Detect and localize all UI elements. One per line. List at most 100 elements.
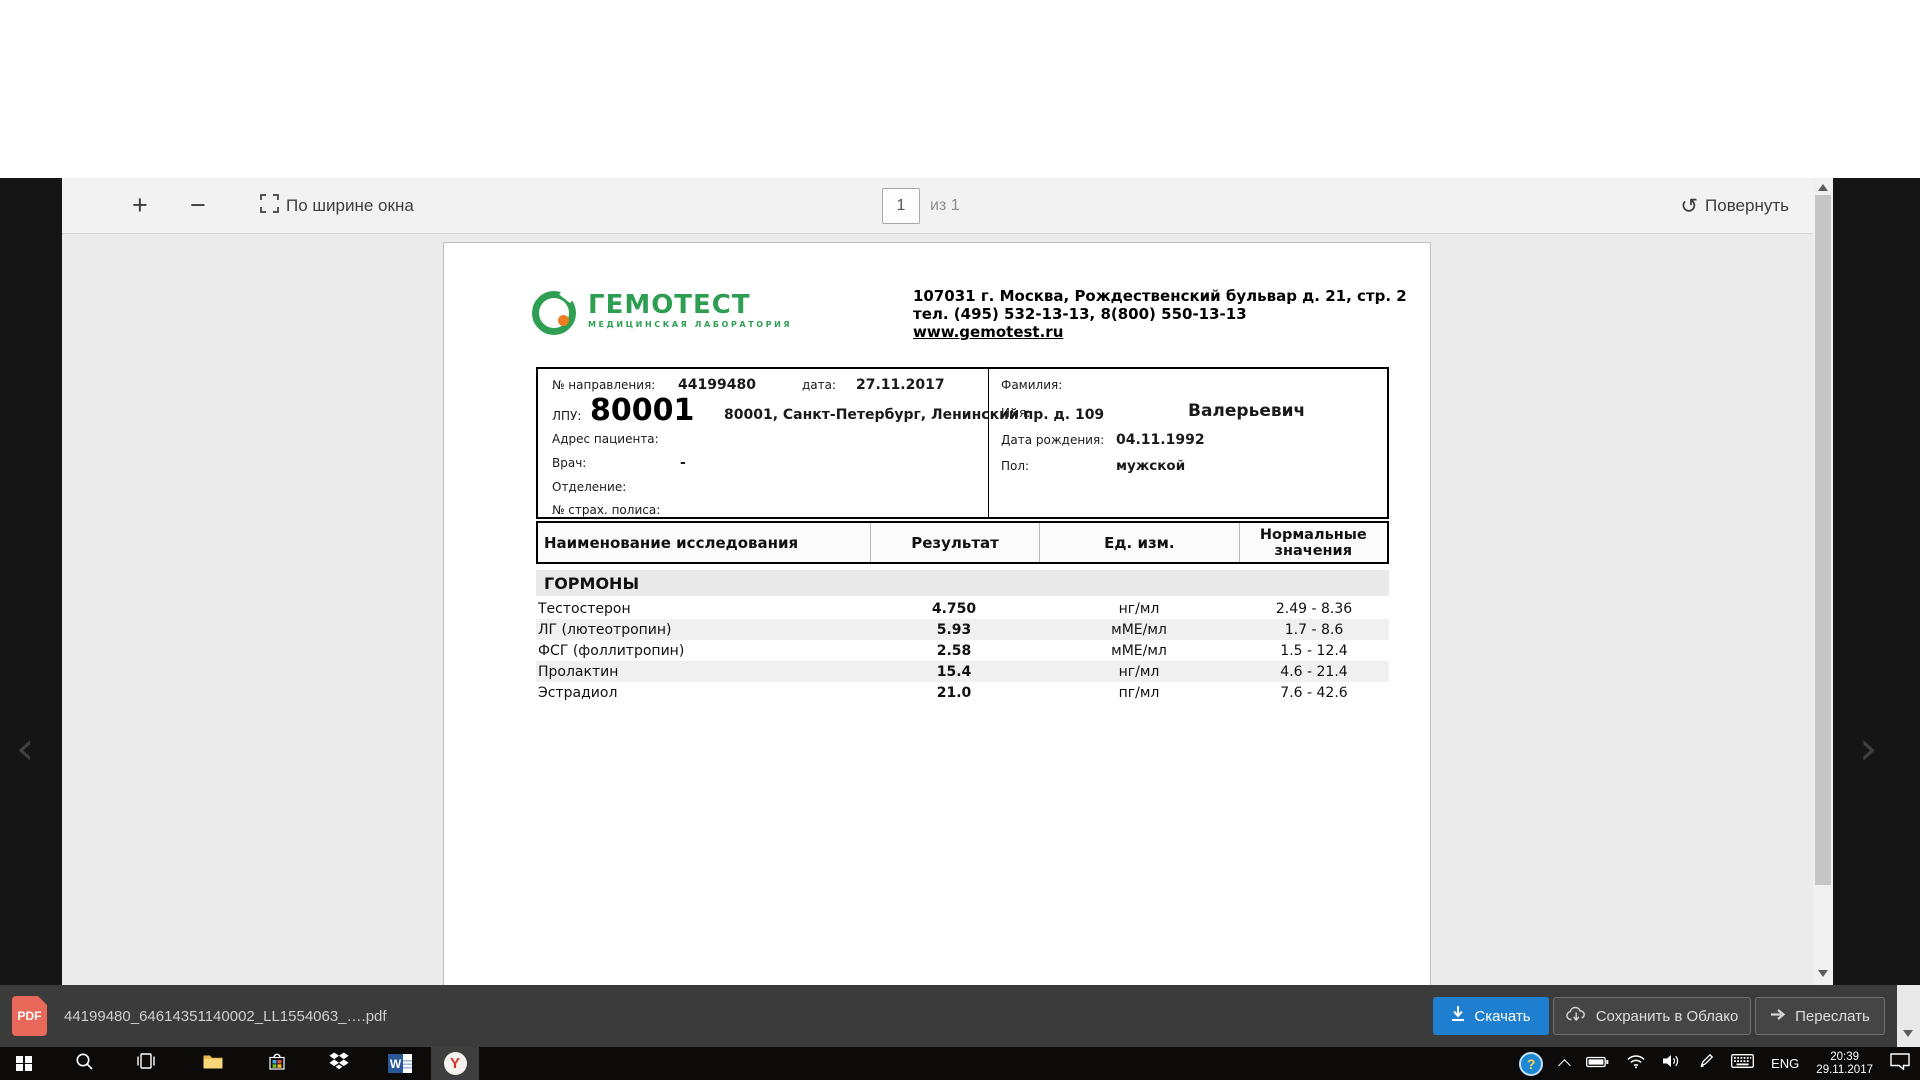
- test-units: пг/мл: [1039, 685, 1239, 701]
- test-result: 21.0: [869, 685, 1039, 701]
- fit-width-label: По ширине окна: [286, 196, 414, 216]
- test-name: ЛГ (лютеотропин): [536, 622, 869, 638]
- store-bag-icon: [269, 1052, 285, 1075]
- store-button[interactable]: [253, 1047, 301, 1080]
- birth-label: Дата рождения:: [1001, 433, 1104, 447]
- page-count-label: из 1: [930, 197, 960, 215]
- test-result: 15.4: [869, 664, 1039, 680]
- zoom-out-button[interactable]: −: [190, 178, 206, 233]
- bottom-action-bar: PDF 44199480_64614351140002_LL1554063_….…: [0, 985, 1897, 1047]
- rotate-button[interactable]: ↺ Повернуть: [1680, 178, 1789, 233]
- section-hormones: ГОРМОНЫ: [536, 570, 1389, 596]
- department-label: Отделение:: [552, 480, 626, 494]
- yandex-browser-button[interactable]: Y: [431, 1047, 479, 1080]
- clinic-website: www.gemotest.ru: [913, 323, 1413, 341]
- download-icon: [1451, 1006, 1465, 1026]
- gemotest-logo-subtitle: МЕДИЦИНСКАЯ ЛАБОРАТОРИЯ: [588, 320, 792, 329]
- forward-label: Переслать: [1795, 1008, 1870, 1025]
- test-name: Тестостерон: [536, 601, 869, 617]
- cloud-icon: [1566, 1006, 1587, 1026]
- surname-label: Фамилия:: [1001, 378, 1062, 392]
- task-view-button[interactable]: [122, 1047, 170, 1080]
- folder-icon: [203, 1053, 223, 1074]
- test-normal-range: 4.6 - 21.4: [1239, 664, 1389, 680]
- windows-logo-icon: [16, 1056, 32, 1072]
- fit-width-icon: [260, 194, 279, 218]
- sex-value: мужской: [1116, 458, 1185, 474]
- scroll-down-arrow[interactable]: [1818, 970, 1828, 977]
- search-button[interactable]: [60, 1047, 108, 1080]
- doctor-label: Врач:: [552, 456, 586, 470]
- taskbar-clock[interactable]: 20:39 29.11.2017: [1816, 1051, 1873, 1077]
- word-document-part: [403, 1054, 412, 1073]
- wifi-indicator[interactable]: [1626, 1054, 1646, 1074]
- battery-indicator[interactable]: [1586, 1055, 1609, 1073]
- file-explorer-button[interactable]: [189, 1047, 237, 1080]
- info-box-divider: [988, 369, 989, 517]
- test-name: Пролактин: [536, 664, 869, 680]
- clinic-address-block: 107031 г. Москва, Рождественский бульвар…: [913, 287, 1413, 341]
- word-icon: W: [388, 1054, 412, 1073]
- header-units: Ед. изм.: [1039, 523, 1238, 562]
- test-units: нг/мл: [1039, 601, 1239, 617]
- page-number-input[interactable]: [882, 188, 920, 224]
- dropbox-icon: [329, 1052, 349, 1076]
- scroll-up-arrow[interactable]: [1818, 184, 1828, 191]
- language-indicator[interactable]: ENG: [1771, 1056, 1799, 1071]
- pdf-page: ГЕМОТЕСТ МЕДИЦИНСКАЯ ЛАБОРАТОРИЯ 107031 …: [443, 242, 1431, 985]
- name-value: Валерьевич: [1188, 401, 1305, 421]
- birth-value: 04.11.1992: [1116, 432, 1205, 448]
- save-to-cloud-button[interactable]: Сохранить в Облако: [1553, 997, 1751, 1035]
- referral-number: 44199480: [678, 377, 756, 393]
- zoom-in-button[interactable]: +: [132, 178, 148, 233]
- test-result: 5.93: [869, 622, 1039, 638]
- clinic-phone-line: тел. (495) 532-13-13, 8(800) 550-13-13: [913, 305, 1413, 323]
- start-button[interactable]: [0, 1047, 48, 1080]
- pen-icon: [1698, 1053, 1714, 1074]
- test-units: мМЕ/мл: [1039, 622, 1239, 638]
- date-value: 27.11.2017: [856, 377, 945, 393]
- download-button[interactable]: Скачать: [1433, 997, 1549, 1035]
- previous-page-arrow[interactable]: ‹: [16, 718, 34, 778]
- volume-indicator[interactable]: [1663, 1054, 1681, 1073]
- pdf-scrollbar: [1813, 178, 1833, 985]
- test-result: 2.58: [869, 643, 1039, 659]
- yandex-browser-icon: Y: [444, 1052, 467, 1075]
- referral-label: № направления:: [552, 378, 655, 392]
- doctor-value: -: [680, 455, 686, 471]
- help-tray-icon[interactable]: ?: [1519, 1052, 1543, 1076]
- lpu-address: 80001, Санкт-Петербург, Ленинский пр. д.…: [724, 407, 1104, 423]
- date-label: дата:: [802, 378, 836, 392]
- fit-width-button[interactable]: По ширине окна: [260, 178, 414, 233]
- forward-arrow-icon: [1770, 1008, 1786, 1025]
- test-name: Эстрадиол: [536, 685, 869, 701]
- next-page-arrow[interactable]: ›: [1859, 718, 1877, 778]
- test-units: нг/мл: [1039, 664, 1239, 680]
- header-normal-range: Нормальные значения: [1239, 523, 1387, 562]
- forward-button[interactable]: Переслать: [1755, 997, 1885, 1035]
- gemotest-logo-icon: [532, 291, 576, 335]
- chevron-up-icon: [1558, 1059, 1571, 1072]
- word-button[interactable]: W: [376, 1047, 424, 1080]
- table-row: ЛГ (лютеотропин) 5.93 мМЕ/мл 1.7 - 8.6: [536, 619, 1389, 640]
- save-to-cloud-label: Сохранить в Облако: [1596, 1008, 1739, 1025]
- pdf-toolbar: + − По ширине окна из 1 ↺ Повернуть: [62, 178, 1813, 234]
- results-table-header: Наименование исследования Результат Ед. …: [536, 521, 1389, 564]
- download-label: Скачать: [1474, 1008, 1530, 1025]
- touch-keyboard-button[interactable]: [1731, 1054, 1754, 1073]
- system-tray: ? ENG 20:39 29.11.20: [1519, 1047, 1920, 1080]
- wifi-icon: [1626, 1054, 1646, 1074]
- window-scroll-down-arrow[interactable]: [1903, 1030, 1913, 1037]
- page-indicator: из 1: [882, 178, 960, 233]
- test-normal-range: 2.49 - 8.36: [1239, 601, 1389, 617]
- pdf-content-area: ГЕМОТЕСТ МЕДИЦИНСКАЯ ЛАБОРАТОРИЯ 107031 …: [62, 234, 1813, 985]
- clinic-address-line1: 107031 г. Москва, Рождественский бульвар…: [913, 287, 1413, 305]
- action-center-button[interactable]: [1890, 1053, 1910, 1075]
- viewer-right-gutter: ›: [1833, 178, 1920, 985]
- dropbox-button[interactable]: [315, 1047, 363, 1080]
- rotate-icon: ↺: [1680, 194, 1698, 218]
- scrollbar-thumb[interactable]: [1815, 195, 1831, 885]
- lpu-label: ЛПУ:: [552, 409, 581, 423]
- show-hidden-icons-button[interactable]: [1560, 1057, 1569, 1070]
- windows-ink-button[interactable]: [1698, 1053, 1714, 1074]
